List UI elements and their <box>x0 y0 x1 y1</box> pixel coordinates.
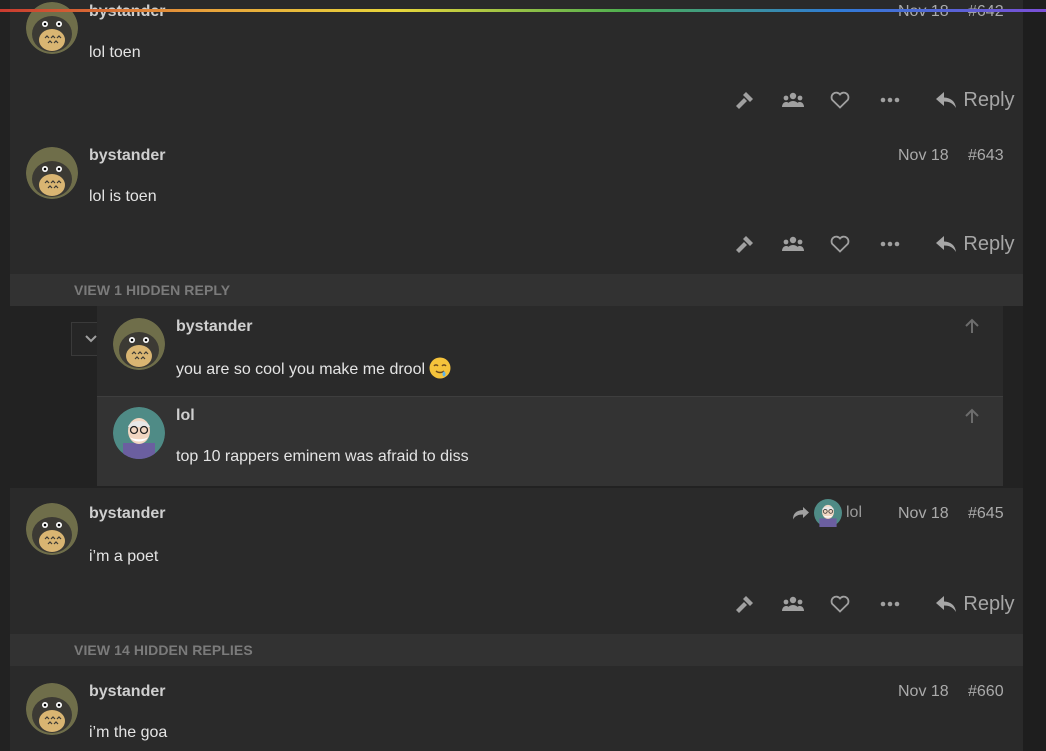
more-dots-icon[interactable] <box>875 85 905 115</box>
post-date[interactable]: Nov 18 <box>898 505 949 523</box>
post-number[interactable]: #642 <box>968 3 1004 21</box>
avatar[interactable] <box>26 147 78 199</box>
users-icon[interactable] <box>778 229 808 259</box>
post-645: bystander lol Nov 18 #645 i’m a poet Rep… <box>10 488 1023 634</box>
arrow-up-icon[interactable] <box>965 318 979 339</box>
share-arrow-icon <box>793 507 809 520</box>
post-actions: Reply <box>730 589 1020 619</box>
post-body: i’m the goa <box>89 724 168 741</box>
flag-hammer-icon[interactable] <box>730 589 760 619</box>
users-icon[interactable] <box>778 589 808 619</box>
reply-label: Reply <box>963 232 1015 255</box>
post-660: bystander Nov 18 #660 i’m the goa <box>10 666 1023 751</box>
post-number[interactable]: #645 <box>968 505 1004 523</box>
post-number[interactable]: #660 <box>968 683 1004 701</box>
reply-button[interactable]: Reply <box>930 589 1020 619</box>
reply-to-username: lol <box>846 504 863 521</box>
post-642: bystander Nov 18 #642 lol toen Reply <box>10 0 1023 130</box>
avatar[interactable] <box>113 318 165 370</box>
embedded-body-text: you are so cool you make me drool <box>176 361 426 378</box>
embedded-body: you are so cool you make me drool <box>176 357 451 379</box>
embedded-reply: lol top 10 rappers eminem was afraid to … <box>97 396 1003 486</box>
more-dots-icon[interactable] <box>875 589 905 619</box>
post-date[interactable]: Nov 18 <box>898 147 949 165</box>
avatar[interactable] <box>26 503 78 555</box>
avatar[interactable] <box>26 683 78 735</box>
avatar <box>814 499 842 527</box>
post-date[interactable]: Nov 18 <box>898 683 949 701</box>
embedded-body: top 10 rappers eminem was afraid to diss <box>176 448 469 465</box>
heart-icon[interactable] <box>825 589 855 619</box>
post-body: lol is toen <box>89 188 157 205</box>
embedded-reply: bystander you are so cool you make me dr… <box>97 306 1003 396</box>
post-username[interactable]: bystander <box>89 505 165 523</box>
post-body: i’m a poet <box>89 548 159 565</box>
more-dots-icon[interactable] <box>875 229 905 259</box>
avatar[interactable] <box>113 407 165 459</box>
reply-button[interactable]: Reply <box>930 229 1020 259</box>
hidden-replies-label: VIEW 1 HIDDEN REPLY <box>74 282 231 298</box>
post-username[interactable]: bystander <box>89 147 165 165</box>
drooling-face-icon <box>429 357 451 379</box>
embedded-username[interactable]: lol <box>176 407 195 425</box>
view-hidden-replies-button[interactable]: VIEW 1 HIDDEN REPLY <box>10 274 1023 306</box>
post-body: lol toen <box>89 44 141 61</box>
reply-arrow-icon <box>936 596 957 612</box>
embedded-username[interactable]: bystander <box>176 318 252 336</box>
chevron-down-icon <box>85 335 97 343</box>
reply-label: Reply <box>963 88 1015 111</box>
heart-icon[interactable] <box>825 229 855 259</box>
page-gutter <box>1023 0 1046 751</box>
users-icon[interactable] <box>778 85 808 115</box>
flag-hammer-icon[interactable] <box>730 85 760 115</box>
post-actions: Reply <box>730 229 1020 259</box>
arrow-up-icon[interactable] <box>965 408 979 429</box>
post-actions: Reply <box>730 85 1020 115</box>
reply-to-indicator[interactable]: lol <box>792 498 862 528</box>
reply-button[interactable]: Reply <box>930 85 1020 115</box>
post-date[interactable]: Nov 18 <box>898 3 949 21</box>
hidden-replies-label: VIEW 14 HIDDEN REPLIES <box>74 642 253 658</box>
heart-icon[interactable] <box>825 85 855 115</box>
post-username[interactable]: bystander <box>89 3 165 21</box>
reply-arrow-icon <box>936 92 957 108</box>
top-progress-bar <box>0 9 1046 12</box>
post-643: bystander Nov 18 #643 lol is toen Reply <box>10 130 1023 274</box>
post-username[interactable]: bystander <box>89 683 165 701</box>
post-number[interactable]: #643 <box>968 147 1004 165</box>
flag-hammer-icon[interactable] <box>730 229 760 259</box>
view-hidden-replies-button[interactable]: VIEW 14 HIDDEN REPLIES <box>10 634 1023 666</box>
reply-arrow-icon <box>936 236 957 252</box>
reply-label: Reply <box>963 592 1015 615</box>
